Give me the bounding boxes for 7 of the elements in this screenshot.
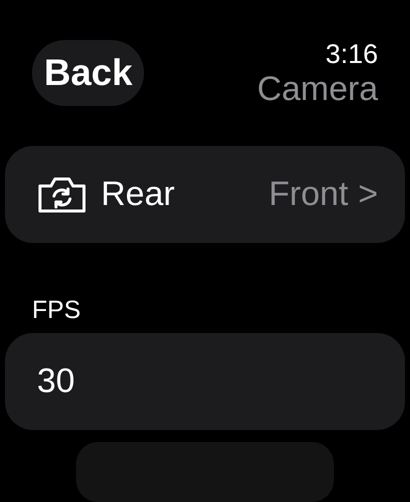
back-button[interactable]: Back [32,40,144,106]
camera-switch-icon [37,176,87,214]
screen-title: Camera [257,70,378,108]
camera-select-button[interactable]: Rear Front > [5,146,405,243]
section-label: FPS [32,295,82,325]
fps-picker[interactable]: 30 [5,333,405,430]
clock-time: 3:16 [325,38,378,70]
